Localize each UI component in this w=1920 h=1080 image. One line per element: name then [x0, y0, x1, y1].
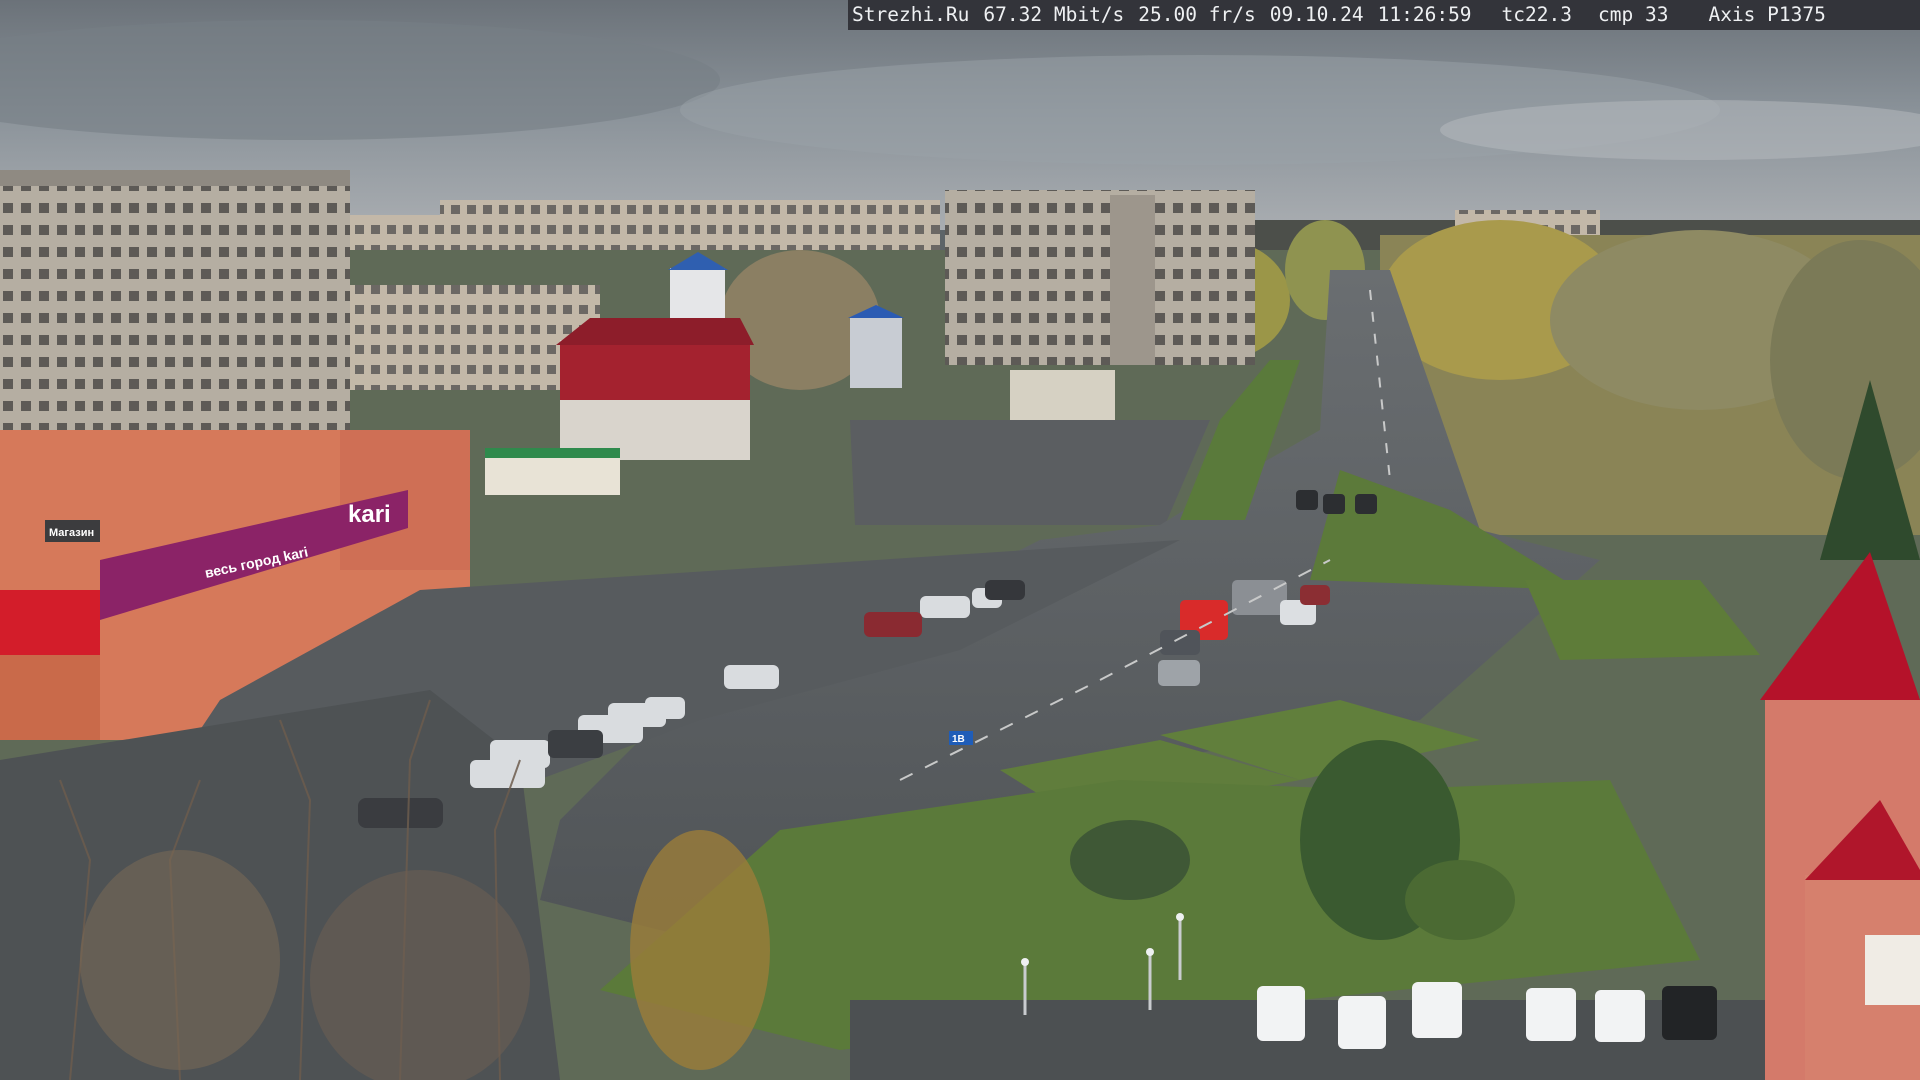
osd-cmp: cmp 33 [1598, 3, 1669, 26]
osd-site: Strezhi.Ru [852, 3, 970, 26]
osd-date: 09.10.24 [1269, 3, 1364, 26]
osd-camera-model: Axis P1375 [1708, 3, 1826, 26]
road-sign-text: 1В [952, 734, 965, 745]
city-street-scene: kari весь город kari Магазин 1В [0, 0, 1920, 1080]
osd-framerate: 25.00 fr/s [1138, 3, 1256, 26]
osd-bitrate: 67.32 Mbit/s [983, 3, 1125, 26]
plaza [850, 420, 1210, 525]
webcam-view: kari весь город kari Магазин 1В Strezhi.… [0, 0, 1920, 1080]
left-store-sign: Магазин [49, 527, 94, 539]
apartment-tower-center [945, 190, 1255, 365]
store-brand-text: kari [348, 501, 391, 528]
bottom-parking [850, 1000, 1790, 1080]
osd-tc: tc22.3 [1501, 3, 1572, 26]
osd-time: 11:26:59 [1377, 3, 1472, 26]
camera-osd-overlay: Strezhi.Ru 67.32 Mbit/s 25.00 fr/s 09.10… [848, 0, 1920, 30]
